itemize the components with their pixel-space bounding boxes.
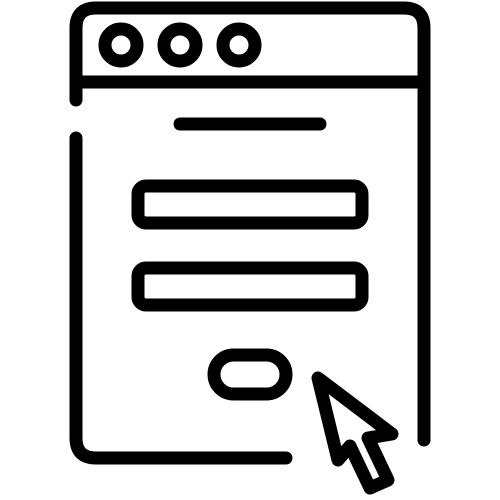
window-dot-icon (216, 22, 262, 68)
login-form-window-icon (0, 0, 500, 500)
window-dot-icon (98, 22, 144, 68)
form-submit-button (207, 348, 293, 401)
login-form-window-illustration (69, 1, 431, 495)
form-input-field-1 (131, 179, 369, 230)
form-input-field-2 (131, 261, 369, 312)
window-dot-icon (157, 22, 203, 68)
cursor-arrow-icon (311, 371, 399, 495)
